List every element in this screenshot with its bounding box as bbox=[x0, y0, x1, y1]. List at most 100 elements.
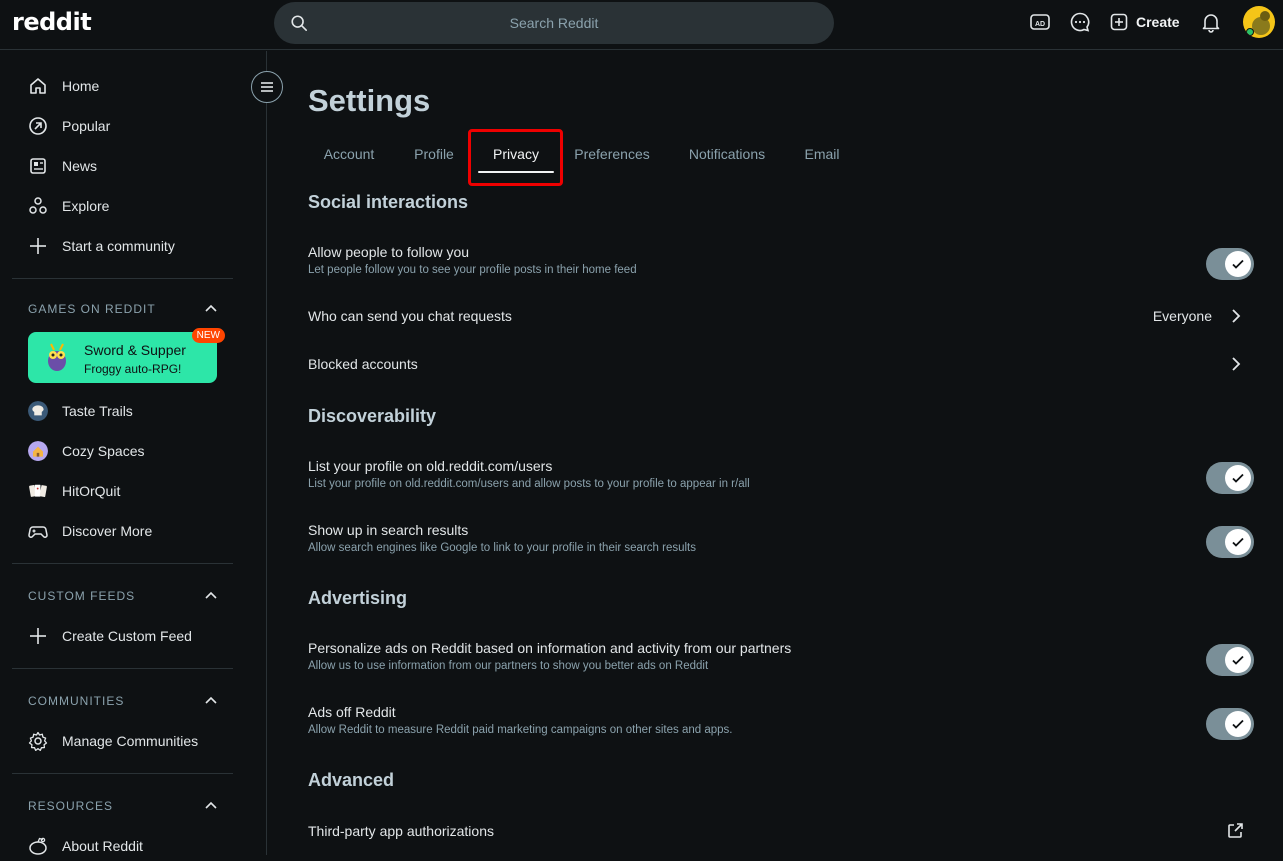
nav-explore[interactable]: Explore bbox=[28, 191, 109, 221]
popular-icon bbox=[29, 117, 47, 135]
personalize-ads-toggle[interactable] bbox=[1206, 644, 1254, 676]
external-link-icon bbox=[1228, 823, 1243, 838]
create-button[interactable]: Create bbox=[1110, 11, 1180, 33]
discover-more-games[interactable]: Discover More bbox=[28, 516, 152, 546]
cards-icon bbox=[29, 484, 47, 497]
tab-preferences[interactable]: Preferences bbox=[566, 139, 658, 169]
setting-chat-requests[interactable]: Who can send you chat requests Everyone bbox=[308, 301, 1254, 331]
nav-popular[interactable]: Popular bbox=[28, 111, 110, 141]
setting-label: Blocked accounts bbox=[308, 356, 418, 372]
manage-communities-label: Manage Communities bbox=[62, 733, 199, 749]
setting-blocked-accounts[interactable]: Blocked accounts bbox=[308, 349, 1254, 379]
about-reddit[interactable]: About Reddit bbox=[28, 831, 143, 861]
tab-email[interactable]: Email bbox=[794, 139, 850, 169]
chevron-up-icon bbox=[205, 801, 217, 809]
game-cozy-spaces-label: Cozy Spaces bbox=[62, 443, 145, 459]
search-input[interactable]: Search Reddit bbox=[274, 2, 834, 44]
section-advertising-title: Advertising bbox=[308, 588, 408, 608]
setting-label: Who can send you chat requests bbox=[308, 308, 512, 324]
nav-start-community[interactable]: Start a community bbox=[28, 231, 175, 261]
setting-label: Personalize ads on Reddit based on infor… bbox=[308, 640, 792, 656]
games-section-header[interactable]: GAMES ON REDDIT bbox=[28, 299, 218, 319]
setting-description: Let people follow you to see your profil… bbox=[308, 264, 637, 276]
nav-home[interactable]: Home bbox=[28, 71, 99, 101]
house-icon bbox=[28, 441, 48, 461]
resources-section-header[interactable]: RESOURCES bbox=[28, 796, 218, 816]
setting-description: List your profile on old.reddit.com/user… bbox=[308, 478, 750, 490]
game-taste-trails[interactable]: Taste Trails bbox=[28, 396, 133, 426]
discover-more-label: Discover More bbox=[62, 523, 153, 539]
check-icon bbox=[1232, 719, 1244, 729]
nav-home-label: Home bbox=[62, 78, 100, 94]
setting-label: Show up in search results bbox=[308, 522, 469, 538]
setting-description: Allow Reddit to measure Reddit paid mark… bbox=[308, 724, 733, 736]
check-icon bbox=[1232, 537, 1244, 547]
reddit-logo[interactable]: reddit bbox=[12, 8, 92, 36]
plus-square-icon bbox=[1110, 13, 1128, 31]
section-advanced-title: Advanced bbox=[308, 770, 395, 790]
nav-start-community-label: Start a community bbox=[62, 238, 175, 254]
frog-knight-icon bbox=[48, 343, 66, 371]
divider bbox=[12, 278, 233, 279]
allow-follow-toggle[interactable] bbox=[1206, 248, 1254, 280]
home-icon bbox=[30, 78, 46, 94]
setting-description: Allow search engines like Google to link… bbox=[308, 542, 696, 554]
setting-label: Ads off Reddit bbox=[308, 704, 396, 720]
setting-search-results: Show up in search results Allow search e… bbox=[308, 519, 1254, 559]
avatar[interactable] bbox=[1243, 6, 1275, 38]
chevron-up-icon bbox=[205, 696, 217, 704]
tab-profile[interactable]: Profile bbox=[398, 139, 470, 169]
explore-icon bbox=[29, 197, 47, 214]
gear-icon bbox=[28, 731, 48, 751]
setting-label: List your profile on old.reddit.com/user… bbox=[308, 458, 553, 474]
setting-allow-follow: Allow people to follow you Let people fo… bbox=[308, 241, 1254, 281]
search-placeholder: Search Reddit bbox=[509, 15, 599, 31]
setting-ads-off-reddit: Ads off Reddit Allow Reddit to measure R… bbox=[308, 701, 1254, 741]
reddit-alien-icon bbox=[29, 837, 47, 855]
about-reddit-label: About Reddit bbox=[62, 838, 143, 854]
game-hitorquit-label: HitOrQuit bbox=[62, 483, 121, 499]
nav-news[interactable]: News bbox=[28, 151, 97, 181]
create-label: Create bbox=[1136, 14, 1180, 30]
create-custom-feed-label: Create Custom Feed bbox=[62, 628, 192, 644]
featured-game-card[interactable]: Sword & Supper Froggy auto-RPG! NEW bbox=[28, 328, 225, 383]
games-heading: GAMES ON REDDIT bbox=[28, 302, 156, 316]
create-custom-feed[interactable]: Create Custom Feed bbox=[28, 621, 192, 651]
custom-feeds-section-header[interactable]: CUSTOM FEEDS bbox=[28, 586, 218, 606]
check-icon bbox=[1232, 473, 1244, 483]
section-discoverability-title: Discoverability bbox=[308, 406, 437, 426]
tab-notifications[interactable]: Notifications bbox=[678, 139, 776, 169]
game-cozy-spaces[interactable]: Cozy Spaces bbox=[28, 436, 144, 466]
chat-icon[interactable] bbox=[1069, 11, 1091, 33]
bell-icon[interactable] bbox=[1200, 11, 1222, 33]
ads-off-reddit-toggle[interactable] bbox=[1206, 708, 1254, 740]
nav-news-label: News bbox=[62, 158, 98, 174]
plus-icon bbox=[30, 238, 46, 254]
new-badge: NEW bbox=[191, 328, 225, 343]
setting-third-party-apps[interactable]: Third-party app authorizations bbox=[308, 816, 1254, 846]
divider bbox=[12, 563, 233, 564]
online-indicator bbox=[1246, 28, 1254, 36]
resources-heading: RESOURCES bbox=[28, 799, 114, 813]
divider bbox=[12, 668, 233, 669]
news-icon bbox=[30, 158, 46, 174]
advertise-icon[interactable]: AD bbox=[1029, 11, 1051, 33]
setting-personalize-ads: Personalize ads on Reddit based on infor… bbox=[308, 637, 1254, 677]
tab-account[interactable]: Account bbox=[308, 139, 390, 169]
communities-section-header[interactable]: COMMUNITIES bbox=[28, 691, 218, 711]
chevron-right-icon bbox=[1232, 309, 1241, 323]
toggle-knob bbox=[1225, 647, 1251, 673]
search-results-toggle[interactable] bbox=[1206, 526, 1254, 558]
manage-communities[interactable]: Manage Communities bbox=[28, 726, 198, 756]
divider bbox=[12, 773, 233, 774]
featured-game-title: Sword & Supper bbox=[84, 342, 186, 358]
nav-explore-label: Explore bbox=[62, 198, 110, 214]
game-taste-trails-label: Taste Trails bbox=[62, 403, 133, 419]
chef-hat-icon bbox=[28, 401, 48, 421]
check-icon bbox=[1232, 655, 1244, 665]
old-reddit-toggle[interactable] bbox=[1206, 462, 1254, 494]
setting-description: Allow us to use information from our par… bbox=[308, 660, 709, 672]
left-sidebar: Home Popular News Explore Start a commun… bbox=[0, 51, 267, 855]
game-hitorquit[interactable]: HitOrQuit bbox=[28, 476, 120, 506]
chat-requests-value: Everyone bbox=[1152, 308, 1212, 324]
